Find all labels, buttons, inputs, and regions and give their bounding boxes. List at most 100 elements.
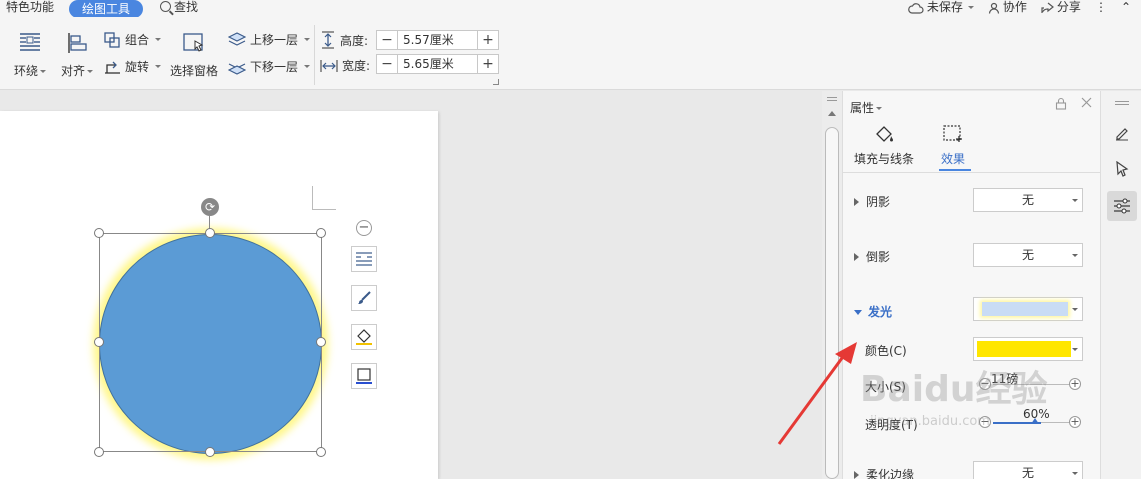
collapse-ribbon-button[interactable]: ⌃ bbox=[1121, 0, 1131, 15]
shape-fill-button[interactable] bbox=[351, 324, 377, 350]
width-stepper[interactable]: − 5.65厘米 + bbox=[376, 54, 499, 74]
height-input[interactable]: 5.57厘米 bbox=[397, 31, 478, 49]
scrollbar-grip-icon bbox=[827, 97, 837, 103]
resize-handle-top-right[interactable] bbox=[316, 228, 326, 238]
width-input[interactable]: 5.65厘米 bbox=[397, 55, 478, 73]
glow-section-toggle[interactable]: 发光 bbox=[854, 303, 892, 320]
align-left-icon bbox=[68, 33, 87, 53]
share-button[interactable]: 分享 bbox=[1041, 0, 1081, 15]
chevron-down-icon bbox=[854, 310, 862, 315]
resize-handle-right[interactable] bbox=[316, 337, 326, 347]
sidebar-item-properties[interactable] bbox=[1107, 191, 1137, 221]
height-stepper[interactable]: − 5.57厘米 + bbox=[376, 30, 499, 50]
tab-search-label: 查找 bbox=[174, 0, 199, 14]
wrap-label: 环绕 bbox=[14, 64, 39, 78]
width-increase-button[interactable]: + bbox=[478, 55, 498, 73]
sliders-icon bbox=[1114, 198, 1130, 214]
group-button[interactable]: 组合 bbox=[104, 31, 162, 48]
align-label: 对齐 bbox=[61, 64, 86, 78]
tab-drawing-tools[interactable]: 绘图工具 bbox=[69, 0, 144, 18]
share-icon bbox=[1041, 2, 1054, 13]
resize-handle-bottom-left[interactable] bbox=[94, 447, 104, 457]
glow-preset-dropdown[interactable] bbox=[973, 297, 1083, 321]
text-wrap-icon bbox=[20, 33, 40, 51]
size-dialog-launcher-icon[interactable] bbox=[493, 79, 499, 85]
reflection-section-toggle[interactable]: 倒影 bbox=[854, 248, 890, 265]
reflection-value: 无 bbox=[1021, 248, 1034, 262]
reflection-dropdown[interactable]: 无 bbox=[973, 243, 1083, 267]
shadow-value: 无 bbox=[1021, 193, 1034, 207]
group-icon bbox=[104, 31, 120, 48]
scroll-up-icon[interactable] bbox=[828, 111, 836, 116]
soft-edge-label: 柔化边缘 bbox=[866, 468, 915, 479]
tab-fill-and-line[interactable]: 填充与线条 bbox=[854, 124, 914, 167]
rotate-label: 旋转 bbox=[125, 60, 150, 74]
outline-icon bbox=[356, 368, 372, 384]
menu-tab-row: 特色功能 绘图工具 查找 未保存 协作 分享 ⋮ ⌃ bbox=[0, 0, 1141, 18]
unsaved-label: 未保存 bbox=[926, 0, 963, 14]
rotate-handle-icon[interactable]: ⟳ bbox=[201, 198, 219, 216]
selection-pane-button[interactable]: 选择窗格 bbox=[170, 32, 218, 79]
collaborate-button[interactable]: 协作 bbox=[988, 0, 1027, 15]
page-margin-mark bbox=[312, 186, 336, 210]
tab-effect[interactable]: 效果 bbox=[941, 124, 965, 167]
shadow-dropdown[interactable]: 无 bbox=[973, 188, 1083, 212]
bring-forward-button[interactable]: 上移一层 bbox=[228, 31, 311, 48]
tab-search[interactable]: 查找 bbox=[160, 0, 198, 15]
tab-featured[interactable]: 特色功能 bbox=[6, 0, 54, 15]
panel-title-dropdown[interactable]: 属性 bbox=[850, 99, 883, 116]
resize-handle-bottom-right[interactable] bbox=[316, 447, 326, 457]
bring-forward-icon bbox=[228, 31, 246, 46]
unsaved-button[interactable]: 未保存 bbox=[908, 0, 974, 15]
sidebar-item-edit[interactable] bbox=[1107, 118, 1137, 148]
shape-outline-button[interactable] bbox=[351, 363, 377, 389]
chevron-down-icon bbox=[1072, 254, 1078, 257]
glow-transparency-increase-button[interactable]: + bbox=[1069, 416, 1081, 428]
chevron-down-icon bbox=[1072, 199, 1078, 202]
rotate-icon bbox=[105, 61, 120, 74]
glow-label: 发光 bbox=[868, 305, 893, 319]
cloud-icon bbox=[908, 2, 924, 14]
height-decrease-button[interactable]: − bbox=[377, 31, 397, 49]
tab-effect-label: 效果 bbox=[941, 152, 966, 166]
glow-size-increase-button[interactable]: + bbox=[1069, 378, 1081, 390]
chevron-down-icon bbox=[967, 6, 974, 9]
soft-edge-dropdown[interactable]: 无 bbox=[973, 461, 1083, 479]
top-right-tools: 未保存 协作 分享 ⋮ ⌃ bbox=[908, 0, 1131, 15]
resize-handle-left[interactable] bbox=[94, 337, 104, 347]
collapse-floating-toolbar-button[interactable]: − bbox=[356, 220, 372, 236]
more-button[interactable]: ⋮ bbox=[1095, 0, 1107, 15]
align-button[interactable]: 对齐 bbox=[61, 32, 94, 79]
shape-style-button[interactable] bbox=[351, 285, 377, 311]
close-icon[interactable] bbox=[1081, 97, 1092, 108]
effect-icon bbox=[943, 125, 962, 142]
lock-icon[interactable] bbox=[1055, 97, 1067, 110]
search-icon bbox=[160, 1, 171, 12]
collaborate-label: 协作 bbox=[1002, 0, 1027, 14]
soft-edge-section-toggle[interactable]: 柔化边缘 bbox=[854, 466, 914, 479]
height-increase-button[interactable]: + bbox=[478, 31, 498, 49]
send-backward-button[interactable]: 下移一层 bbox=[228, 58, 311, 75]
resize-handle-bottom[interactable] bbox=[205, 447, 215, 457]
resize-handle-top-left[interactable] bbox=[94, 228, 104, 238]
chevron-down-icon bbox=[40, 70, 47, 73]
rotate-button[interactable]: 旋转 bbox=[104, 58, 162, 75]
layout-options-button[interactable] bbox=[351, 246, 377, 272]
width-decrease-button[interactable]: − bbox=[377, 55, 397, 73]
panel-divider bbox=[843, 172, 1101, 173]
shadow-section-toggle[interactable]: 阴影 bbox=[854, 193, 890, 210]
glow-color-dropdown[interactable] bbox=[973, 337, 1083, 361]
height-icon bbox=[322, 31, 334, 49]
width-control: 宽度: bbox=[320, 57, 370, 74]
panel-title: 属性 bbox=[850, 101, 875, 115]
send-backward-label: 下移一层 bbox=[250, 60, 299, 74]
active-tab-indicator bbox=[939, 169, 971, 171]
share-label: 分享 bbox=[1056, 0, 1081, 14]
wrap-button[interactable]: 环绕 bbox=[14, 32, 47, 79]
chevron-down-icon bbox=[155, 38, 162, 41]
panel-header-icons bbox=[1055, 97, 1092, 110]
resize-handle-top[interactable] bbox=[205, 228, 215, 238]
glow-preset-swatch bbox=[982, 302, 1068, 316]
floating-toolbar: − bbox=[351, 220, 377, 402]
sidebar-item-select[interactable] bbox=[1107, 154, 1137, 184]
